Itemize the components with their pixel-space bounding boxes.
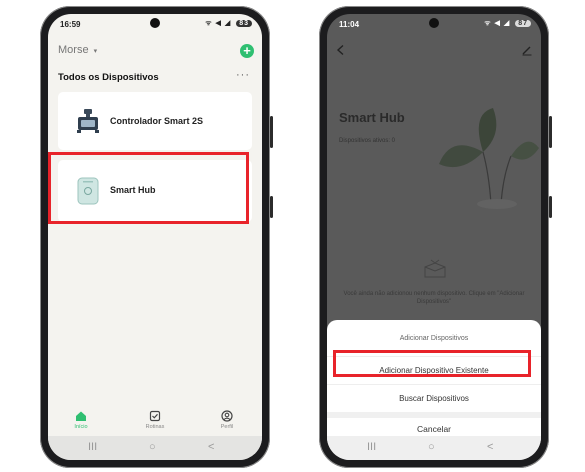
tab-rotinas[interactable]: Rotinas xyxy=(130,410,180,430)
home-selector[interactable]: Morse ▾ xyxy=(58,44,97,56)
recent-apps-button[interactable]: III xyxy=(367,441,376,453)
highlight-add-existing xyxy=(333,350,531,377)
cancel-button[interactable]: Cancelar xyxy=(327,424,541,434)
highlight-smart-hub xyxy=(48,152,249,224)
system-nav-bar: III ○ < xyxy=(327,436,541,460)
home-icon xyxy=(76,411,86,421)
more-options-icon[interactable]: ··· xyxy=(236,69,250,81)
active-devices-count: Dispositivos ativos: 0 xyxy=(339,138,396,144)
tab-label: Rotinas xyxy=(145,424,165,430)
divider xyxy=(327,384,541,385)
plant-illustration xyxy=(439,108,539,209)
status-signal-icons: ᯤ ◀ ◢ xyxy=(484,20,511,27)
status-signal-icons: ᯤ ◀ ◢ xyxy=(205,20,232,27)
page-title: Smart Hub xyxy=(339,110,405,125)
device-card-controller[interactable]: Controlador Smart 2S xyxy=(58,92,252,150)
bottom-tab-bar: Início Rotinas Perfil xyxy=(48,408,262,436)
tab-label: Perfil xyxy=(220,424,234,430)
status-icons: ᯤ ◀ ◢ 83 xyxy=(205,19,252,28)
status-icons: ᯤ ◀ ◢ 87 xyxy=(484,19,531,28)
add-device-button[interactable]: + xyxy=(240,44,254,58)
empty-box-icon xyxy=(424,259,446,278)
volume-button xyxy=(549,116,552,148)
empty-state-text: Você ainda não adicionou nenhum disposit… xyxy=(343,291,525,305)
status-bar: 11:04 ᯤ ◀ ◢ 87 xyxy=(327,14,541,36)
home-screen: 16:59 ᯤ ◀ ◢ 83 Morse ▾ + Todos os Dispos… xyxy=(48,14,262,460)
left-phone: 16:59 ᯤ ◀ ◢ 83 Morse ▾ + Todos os Dispos… xyxy=(40,6,273,468)
system-nav-bar: III ○ < xyxy=(48,436,262,460)
device-name: Controlador Smart 2S xyxy=(110,116,204,126)
status-time: 16:59 xyxy=(60,20,81,29)
chevron-down-icon: ▾ xyxy=(93,48,98,55)
recent-apps-button[interactable]: III xyxy=(88,441,97,453)
battery-icon: 83 xyxy=(236,20,252,27)
status-bar: 16:59 ᯤ ◀ ◢ 83 xyxy=(48,14,262,36)
volume-button xyxy=(270,116,273,148)
edit-icon[interactable] xyxy=(521,44,533,56)
nav-home-button[interactable]: ○ xyxy=(428,441,435,453)
sheet-gap xyxy=(327,412,541,418)
status-time: 11:04 xyxy=(339,20,360,29)
tab-label: Início xyxy=(74,424,88,430)
smart-controller-icon xyxy=(77,109,99,133)
back-arrow-icon[interactable] xyxy=(335,44,347,56)
sheet-title: Adicionar Dispositivos xyxy=(399,335,469,342)
tab-inicio[interactable]: Início xyxy=(56,410,106,430)
routines-icon xyxy=(149,410,161,422)
tab-perfil[interactable]: Perfil xyxy=(202,410,252,430)
section-title: Todos os Dispositivos xyxy=(58,72,159,83)
battery-icon: 87 xyxy=(515,20,531,27)
home-name: Morse xyxy=(58,44,89,56)
power-button xyxy=(270,196,273,218)
front-camera xyxy=(150,18,160,28)
smart-hub-screen: 11:04 ᯤ ◀ ◢ 87 Smart Hub Dispositivos at… xyxy=(327,14,541,460)
search-devices-option[interactable]: Buscar Dispositivos xyxy=(327,394,541,403)
profile-icon xyxy=(221,410,233,422)
nav-back-button[interactable]: < xyxy=(487,441,493,453)
nav-home-button[interactable]: ○ xyxy=(149,441,156,453)
nav-back-button[interactable]: < xyxy=(208,441,214,453)
front-camera xyxy=(429,18,439,28)
right-phone: 11:04 ᯤ ◀ ◢ 87 Smart Hub Dispositivos at… xyxy=(319,6,552,468)
power-button xyxy=(549,196,552,218)
